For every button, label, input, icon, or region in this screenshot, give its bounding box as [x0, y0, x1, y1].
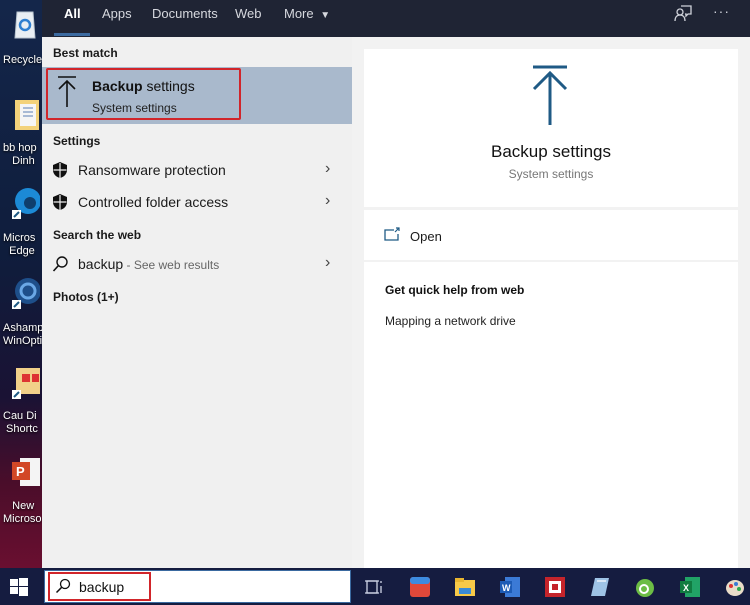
app-red-square-icon[interactable] [544, 576, 566, 598]
open-icon [384, 227, 400, 241]
chevron-right-icon[interactable]: › [325, 192, 330, 210]
desktop-label: bb hop Dinh [3, 142, 37, 167]
best-match-heading: Best match [53, 46, 118, 60]
active-tab-indicator [54, 33, 90, 36]
more-options-icon[interactable]: ··· [713, 3, 735, 23]
taskbar-search-input[interactable]: backup [44, 570, 351, 603]
quick-help-heading: Get quick help from web [385, 283, 525, 297]
task-view-icon[interactable] [364, 576, 386, 598]
excel-icon[interactable]: X [679, 576, 701, 598]
edge-icon [12, 188, 40, 219]
preview-hero-card: Backup settings System settings [364, 49, 738, 207]
help-link-mapping-network-drive[interactable]: Mapping a network drive [385, 314, 516, 328]
highlight-box [48, 572, 151, 601]
desktop-label: Ashamp WinOpti [3, 322, 42, 347]
chevron-right-icon[interactable]: › [325, 160, 330, 178]
settings-item-ransomware-protection[interactable]: Ransomware protection › [42, 155, 352, 185]
settings-item-label: Controlled folder access [78, 194, 229, 210]
tab-more[interactable]: More ▼ [284, 0, 330, 37]
settings-heading: Settings [53, 134, 101, 148]
desktop-label: Recycle [3, 54, 42, 66]
file-explorer-icon[interactable] [454, 576, 476, 598]
open-action[interactable]: Open [364, 210, 738, 260]
web-search-hint: - See web results [123, 258, 220, 272]
paint-icon[interactable] [724, 576, 746, 598]
taskbar: backup W X [0, 568, 750, 605]
search-web-heading: Search the web [53, 228, 142, 242]
desktop: Recycle bb hop Dinh Micros Edge Ashamp W… [0, 0, 42, 568]
tab-apps[interactable]: Apps [102, 0, 132, 37]
word-icon[interactable]: W [499, 576, 521, 598]
web-search-query: backup [78, 256, 124, 272]
photos-heading[interactable]: Photos (1+) [53, 290, 119, 304]
feedback-icon[interactable] [672, 4, 694, 24]
quick-help-card: Get quick help from web Mapping a networ… [364, 262, 738, 568]
web-search-item[interactable]: backup - See web results › [42, 249, 352, 279]
web-search-label: backup - See web results [78, 256, 219, 272]
app-green-circle-icon[interactable] [634, 576, 656, 598]
windows-start-icon[interactable] [10, 578, 28, 596]
settings-item-controlled-folder-access[interactable]: Controlled folder access › [42, 187, 352, 217]
chevron-down-icon: ▼ [320, 10, 331, 21]
search-scope-bar: All Apps Documents Web More ▼ ··· [42, 0, 750, 37]
shield-icon [53, 162, 67, 178]
best-match-item[interactable]: Backup settings System settings [42, 67, 352, 124]
notepad-icon[interactable] [589, 576, 611, 598]
svg-text:P: P [16, 464, 25, 479]
backup-arrow-icon [532, 65, 568, 125]
svg-text:X: X [683, 583, 689, 593]
results-pane: Best match Backup settings System settin… [42, 37, 352, 568]
desktop-label: New Microso [3, 500, 42, 525]
recycle-bin-icon [14, 11, 36, 39]
folder-shortcut-icon [12, 368, 40, 399]
svg-text:W: W [502, 583, 511, 593]
app-red-blue-icon[interactable] [409, 576, 431, 598]
gear-icon [12, 278, 40, 309]
tab-more-label: More [284, 6, 314, 21]
document-folder-icon [15, 100, 39, 130]
preview-title: Backup settings [490, 142, 611, 161]
highlight-box [46, 68, 241, 120]
tab-web[interactable]: Web [235, 0, 262, 37]
tab-documents[interactable]: Documents [152, 0, 218, 37]
settings-item-label: Ransomware protection [78, 162, 226, 178]
chevron-right-icon[interactable]: › [325, 254, 330, 272]
desktop-label: Micros Edge [3, 232, 36, 257]
preview-subtitle: System settings [508, 167, 594, 181]
tab-all[interactable]: All [64, 0, 81, 37]
open-label: Open [410, 229, 442, 244]
shield-icon [53, 194, 67, 210]
search-icon [52, 256, 68, 272]
desktop-label: Cau Di Shortc [3, 410, 38, 435]
powerpoint-icon: P [12, 458, 40, 486]
